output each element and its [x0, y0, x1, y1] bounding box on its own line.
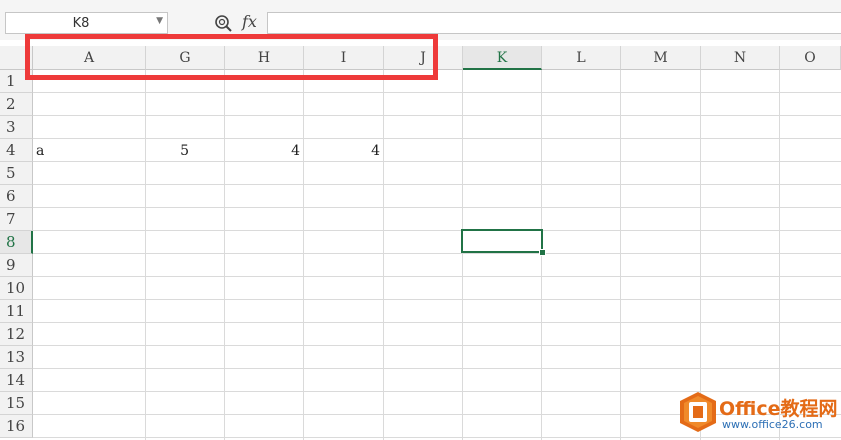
office-logo-icon	[680, 392, 716, 432]
cell-h4[interactable]: 4	[225, 139, 304, 162]
cell-a4[interactable]: a	[33, 139, 146, 162]
row-header-14[interactable]: 14	[0, 369, 33, 392]
row-header-8[interactable]: 8	[0, 231, 33, 254]
row-header-16[interactable]: 16	[0, 415, 33, 438]
chevron-down-icon[interactable]: ▼	[156, 16, 163, 26]
watermark-brand: Office教程网	[719, 398, 838, 420]
selected-cell-k8[interactable]	[461, 229, 543, 253]
formula-input[interactable]	[267, 12, 841, 34]
row-header-11[interactable]: 11	[0, 300, 33, 323]
row-header-15[interactable]: 15	[0, 392, 33, 415]
row-header-13[interactable]: 13	[0, 346, 33, 369]
fx-icon[interactable]: fx	[242, 12, 257, 31]
row-header-6[interactable]: 6	[0, 185, 33, 208]
row-header-10[interactable]: 10	[0, 277, 33, 300]
cell-i4[interactable]: 4	[304, 139, 384, 162]
highlight-box	[25, 34, 438, 80]
watermark: Office教程网 www.office26.com	[676, 386, 841, 440]
column-header-m[interactable]: M	[621, 46, 701, 70]
column-header-n[interactable]: N	[701, 46, 780, 70]
column-header-l[interactable]: L	[542, 46, 621, 70]
row-header-7[interactable]: 7	[0, 208, 33, 231]
column-header-k[interactable]: K	[463, 46, 542, 70]
column-header-o[interactable]: O	[780, 46, 841, 70]
name-box[interactable]: K8 ▼	[5, 12, 168, 34]
name-box-value: K8	[72, 16, 90, 31]
cell-grid[interactable]	[33, 70, 841, 440]
row-header-2[interactable]: 2	[0, 93, 33, 116]
zoom-icon[interactable]	[214, 14, 232, 32]
cell-g4[interactable]: 5	[146, 139, 193, 162]
fill-handle[interactable]	[539, 249, 546, 256]
row-header-3[interactable]: 3	[0, 116, 33, 139]
watermark-url: www.office26.com	[722, 418, 823, 431]
row-header-9[interactable]: 9	[0, 254, 33, 277]
row-header-5[interactable]: 5	[0, 162, 33, 185]
row-header-4[interactable]: 4	[0, 139, 33, 162]
row-header-12[interactable]: 12	[0, 323, 33, 346]
